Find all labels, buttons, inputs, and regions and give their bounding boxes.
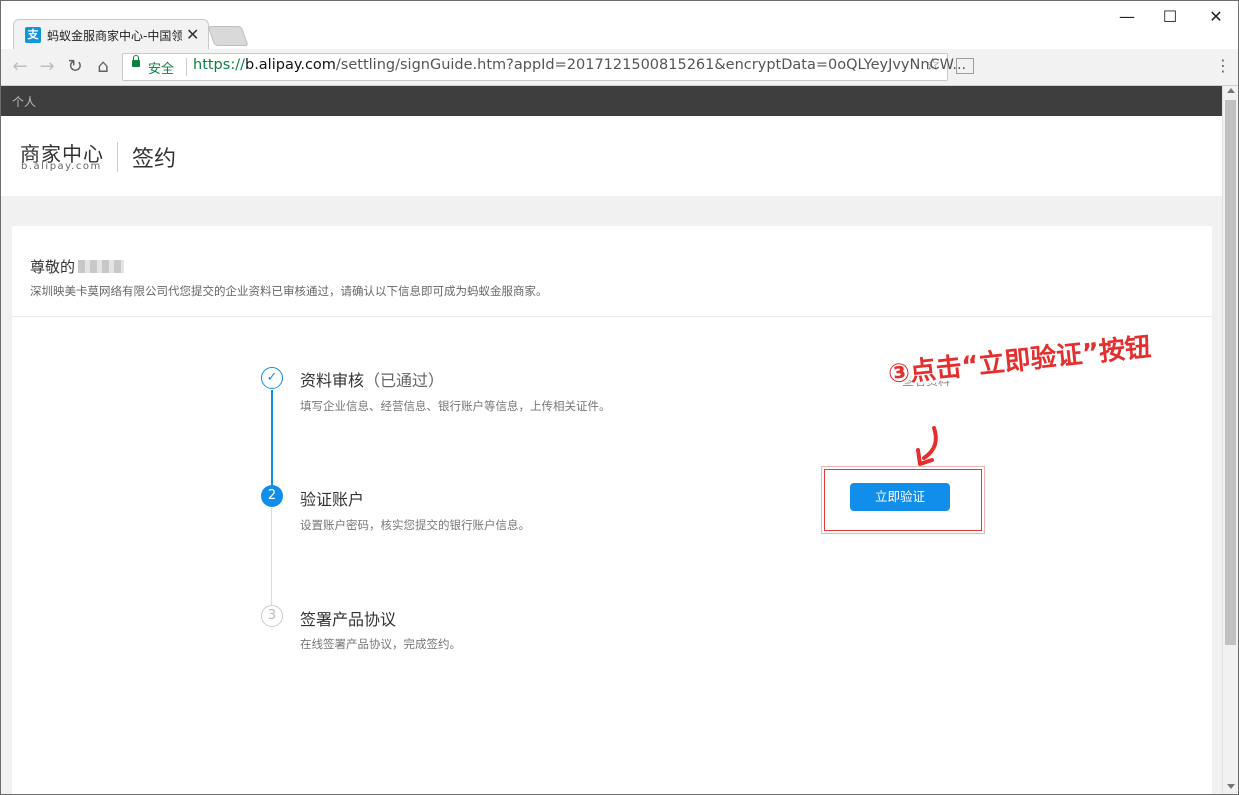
reload-icon[interactable]: ↻ [64,56,86,77]
page-content: 个人 商家中心 b.alipay.com 签约 尊敬的 深圳映美卡莫网络有限公司… [1,86,1222,794]
tab-title: 蚂蚁金服商家中心-中国领 [47,29,182,43]
step-connector-done [271,390,273,492]
step-title: 资料审核（已通过） [300,367,444,391]
verify-now-button[interactable]: 立即验证 [850,483,950,511]
top-nav-personal[interactable]: 个人 [12,93,36,110]
top-nav-bar: 个人 [1,86,1222,116]
page-header: 商家中心 b.alipay.com 签约 [1,116,1222,196]
page-scrollbar[interactable] [1222,86,1238,794]
browser-toolbar: ← → ↻ ⌂ 安全 https://b.alipay.com/settling… [1,49,1238,86]
url-host: b.alipay.com [244,57,336,73]
step-number-3: 3 [261,605,283,627]
blurred-name [78,260,125,273]
scroll-down-icon[interactable] [1227,784,1235,789]
tab-strip: 支 蚂蚁金服商家中心-中国领 ✕ — ☐ ✕ [1,1,1238,50]
tab-close-icon[interactable]: ✕ [186,25,199,44]
url-path: /settling/signGuide.htm?appId=2017121500… [335,57,967,73]
scrollbar-thumb[interactable] [1225,100,1236,645]
forward-icon[interactable]: → [36,56,58,77]
lock-icon [132,55,140,67]
step-title-text: 资料审核 [300,371,365,390]
close-window-icon[interactable]: ✕ [1201,7,1231,26]
step-title: 验证账户 [300,490,365,509]
tab-active[interactable]: 支 蚂蚁金服商家中心-中国领 ✕ [13,19,209,50]
secure-label: 安全 [148,62,175,77]
greeting: 尊敬的 [30,256,125,277]
annotation-text: ③点击“立即验证”按钮 [886,332,1153,390]
step-number-2: 2 [261,485,283,507]
new-tab-button[interactable] [207,26,249,46]
logo-subtitle: b.alipay.com [21,161,102,172]
address-divider [186,58,187,76]
scroll-up-icon[interactable] [1227,88,1235,93]
header-divider [117,142,118,172]
url-text[interactable]: https://b.alipay.com/settling/signGuide.… [193,57,966,73]
step-title: 签署产品协议 [300,610,397,629]
check-icon: ✓ [261,367,283,389]
bookmark-star-icon[interactable]: ☆ [925,55,940,75]
url-scheme: https:// [193,57,245,73]
browser-window: 支 蚂蚁金服商家中心-中国领 ✕ — ☐ ✕ ← → ↻ ⌂ 安全 https:… [0,0,1239,795]
address-bar[interactable]: 安全 https://b.alipay.com/settling/signGui… [122,53,966,81]
browser-menu-icon[interactable]: ⋮ [1215,56,1231,75]
annotation-arrow-icon [916,426,940,466]
alipay-favicon-icon: 支 [25,27,41,43]
approval-notice: 深圳映美卡莫网络有限公司代您提交的企业资料已审核通过，请确认以下信息即可成为蚂蚁… [30,284,548,298]
home-icon[interactable]: ⌂ [92,56,114,77]
greeting-salutation: 尊敬的 [30,258,76,276]
maximize-icon[interactable]: ☐ [1155,7,1185,26]
page-title: 签约 [132,147,177,172]
minimize-icon[interactable]: — [1112,7,1142,26]
step-connector-todo [271,508,272,608]
extension-icon[interactable] [956,58,974,74]
card-divider [12,316,1212,317]
sign-card: 尊敬的 深圳映美卡莫网络有限公司代您提交的企业资料已审核通过，请确认以下信息即可… [12,226,1212,794]
step-status: （已通过） [364,371,445,390]
step-description: 在线签署产品协议，完成签约。 [300,637,461,651]
back-icon[interactable]: ← [9,56,31,77]
step-description: 设置账户密码，核实您提交的银行账户信息。 [300,518,530,532]
step-description: 填写企业信息、经营信息、银行账户等信息，上传相关证件。 [300,399,611,413]
